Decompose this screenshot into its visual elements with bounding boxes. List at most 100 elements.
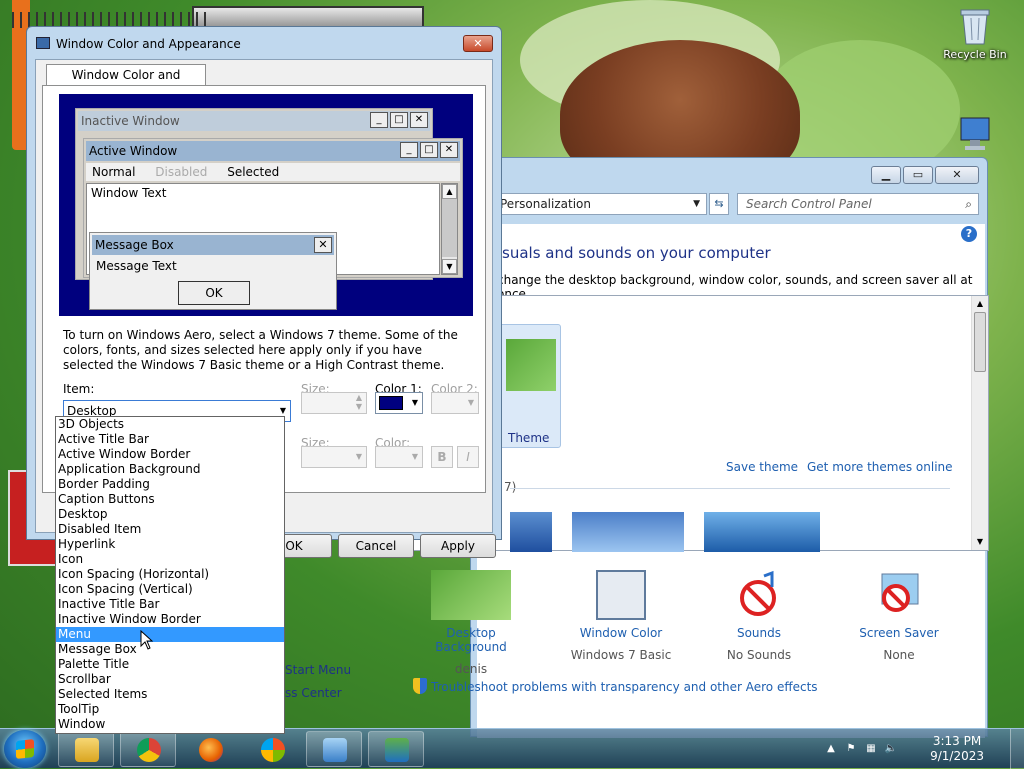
my-theme-item[interactable]: Theme xyxy=(499,324,561,448)
help-icon[interactable]: ? xyxy=(961,226,977,242)
system-tray: ▲ ⚑ ▦ 🔈 3:13 PM 9/1/2023 xyxy=(824,729,1024,769)
maximize-icon: □ xyxy=(420,142,438,158)
sounds-setting[interactable]: Sounds No Sounds xyxy=(699,568,819,662)
desktop-background-setting[interactable]: Desktop Background denis xyxy=(411,568,531,676)
scroll-up-icon[interactable]: ▲ xyxy=(972,296,988,312)
show-desktop-button[interactable] xyxy=(1010,729,1024,769)
item-option[interactable]: Inactive Title Bar xyxy=(56,597,284,612)
item-option[interactable]: Message Box xyxy=(56,642,284,657)
item-option[interactable]: Icon Spacing (Vertical) xyxy=(56,582,284,597)
cancel-button[interactable]: Cancel xyxy=(338,534,414,558)
screen-saver-setting[interactable]: Screen Saver None xyxy=(839,568,959,662)
display-icon xyxy=(385,738,409,762)
sounds-icon xyxy=(734,570,784,620)
menu-disabled: Disabled xyxy=(155,165,208,179)
scrollbar[interactable]: ▲ ▼ xyxy=(971,296,988,550)
chevron-down-icon[interactable]: ▼ xyxy=(468,393,474,413)
item-option[interactable]: Application Background xyxy=(56,462,284,477)
scroll-down-icon[interactable]: ▼ xyxy=(972,534,988,550)
bold-button[interactable]: B xyxy=(431,446,453,468)
font-color-picker[interactable]: ▼ xyxy=(375,446,423,468)
desktop-icon-recycle-bin[interactable]: Recycle Bin xyxy=(937,6,1013,61)
start-menu-link[interactable]: Start Menu xyxy=(285,663,351,677)
chevron-down-icon[interactable]: ▼ xyxy=(693,194,700,214)
theme-thumbnail[interactable] xyxy=(704,512,820,552)
setting-title: Screen Saver xyxy=(859,626,939,640)
theme-thumbnail[interactable] xyxy=(572,512,684,552)
show-hidden-icons-icon[interactable]: ▲ xyxy=(824,742,838,756)
item-option[interactable]: Hyperlink xyxy=(56,537,284,552)
screen-saver-icon xyxy=(874,570,924,620)
address-bar[interactable]: Personalization ▼ xyxy=(477,193,707,215)
preview-ok-button: OK xyxy=(178,281,250,305)
size-spinner[interactable]: ▲ ▼ xyxy=(301,392,367,414)
network-icon[interactable]: ▦ xyxy=(864,742,878,756)
theme-label: Theme xyxy=(508,431,550,445)
chevron-down-icon[interactable]: ▼ xyxy=(356,447,362,467)
search-icon[interactable]: ⌕ xyxy=(965,194,972,214)
item-option[interactable]: 3D Objects xyxy=(56,417,284,432)
scrollbar-thumb[interactable] xyxy=(974,312,986,372)
troubleshoot-link[interactable]: Troubleshoot problems with transparency … xyxy=(413,678,818,694)
font-size-select[interactable]: ▼ xyxy=(301,446,367,468)
search-input[interactable]: Search Control Panel ⌕ xyxy=(737,193,979,215)
item-option[interactable]: Icon Spacing (Horizontal) xyxy=(56,567,284,582)
volume-icon[interactable]: 🔈 xyxy=(884,742,898,756)
italic-button[interactable]: I xyxy=(457,446,479,468)
save-theme-link[interactable]: Save theme xyxy=(726,460,798,474)
address-text: Personalization xyxy=(500,197,591,211)
close-icon: ✕ xyxy=(314,237,332,253)
taskbar-app-display[interactable] xyxy=(368,731,424,767)
close-button[interactable]: ✕ xyxy=(463,35,493,52)
item-option[interactable]: Icon xyxy=(56,552,284,567)
item-option[interactable]: Border Padding xyxy=(56,477,284,492)
item-option[interactable]: ToolTip xyxy=(56,702,284,717)
item-option[interactable]: Active Title Bar xyxy=(56,432,284,447)
get-more-themes-link[interactable]: Get more themes online xyxy=(807,460,953,474)
chevron-down-icon[interactable]: ▼ xyxy=(412,447,418,467)
taskbar: ▲ ⚑ ▦ 🔈 3:13 PM 9/1/2023 xyxy=(0,728,1024,769)
color1-picker[interactable]: ▼ xyxy=(375,392,423,414)
item-option[interactable]: Scrollbar xyxy=(56,672,284,687)
item-option[interactable]: Inactive Window Border xyxy=(56,612,284,627)
item-dropdown-list[interactable]: 3D Objects Active Title Bar Active Window … xyxy=(55,416,285,734)
theme-thumbnail[interactable] xyxy=(510,512,552,552)
close-icon: ✕ xyxy=(410,112,428,128)
clock[interactable]: 3:13 PM 9/1/2023 xyxy=(930,734,984,764)
tab-window-color-appearance[interactable]: Window Color and Appearance xyxy=(46,64,206,102)
setting-title: Window Color xyxy=(579,626,663,640)
item-option[interactable]: Active Window Border xyxy=(56,447,284,462)
item-option[interactable]: Desktop xyxy=(56,507,284,522)
window-color-setting[interactable]: Window Color Windows 7 Basic xyxy=(561,568,681,662)
maximize-button[interactable]: ▭ xyxy=(903,166,933,184)
item-option[interactable]: Palette Title xyxy=(56,657,284,672)
item-option[interactable]: Selected Items xyxy=(56,687,284,702)
color2-picker[interactable]: ▼ xyxy=(431,392,479,414)
setting-value: No Sounds xyxy=(726,648,792,662)
ease-of-access-link[interactable]: ss Center xyxy=(285,686,342,700)
item-option[interactable]: Menu xyxy=(56,627,284,642)
desktop-icon-label: Recycle Bin xyxy=(943,48,1007,61)
appearance-preview[interactable]: Inactive Window _ □ ✕ Active Window _ □ … xyxy=(59,94,473,316)
dialog-titlebar[interactable]: Window Color and Appearance ✕ xyxy=(27,27,501,57)
minimize-button[interactable]: ▁ xyxy=(871,166,901,184)
chrome-icon xyxy=(137,738,161,762)
item-option[interactable]: Disabled Item xyxy=(56,522,284,537)
spinner-arrows-icon[interactable]: ▲ ▼ xyxy=(356,393,362,411)
start-button[interactable] xyxy=(4,730,46,768)
taskbar-app-windows[interactable] xyxy=(244,731,300,767)
taskbar-app-control-panel[interactable] xyxy=(306,731,362,767)
taskbar-app-chrome[interactable] xyxy=(120,731,176,767)
apply-button[interactable]: Apply xyxy=(420,534,496,558)
taskbar-app-firefox[interactable] xyxy=(182,731,238,767)
item-option[interactable]: Caption Buttons xyxy=(56,492,284,507)
item-option[interactable]: Window xyxy=(56,717,284,732)
action-center-icon[interactable]: ⚑ xyxy=(844,742,858,756)
close-button[interactable]: ✕ xyxy=(935,166,979,184)
taskbar-app-file-explorer[interactable] xyxy=(58,731,114,767)
scroll-down-icon: ▼ xyxy=(442,259,457,274)
chevron-down-icon[interactable]: ▼ xyxy=(412,393,418,413)
desktop-icon-computer[interactable] xyxy=(937,114,1013,156)
refresh-icon[interactable]: ⇆ xyxy=(709,193,729,215)
personalization-window: ▁ ▭ ✕ Personalization ▼ ⇆ Search Control… xyxy=(285,157,989,738)
